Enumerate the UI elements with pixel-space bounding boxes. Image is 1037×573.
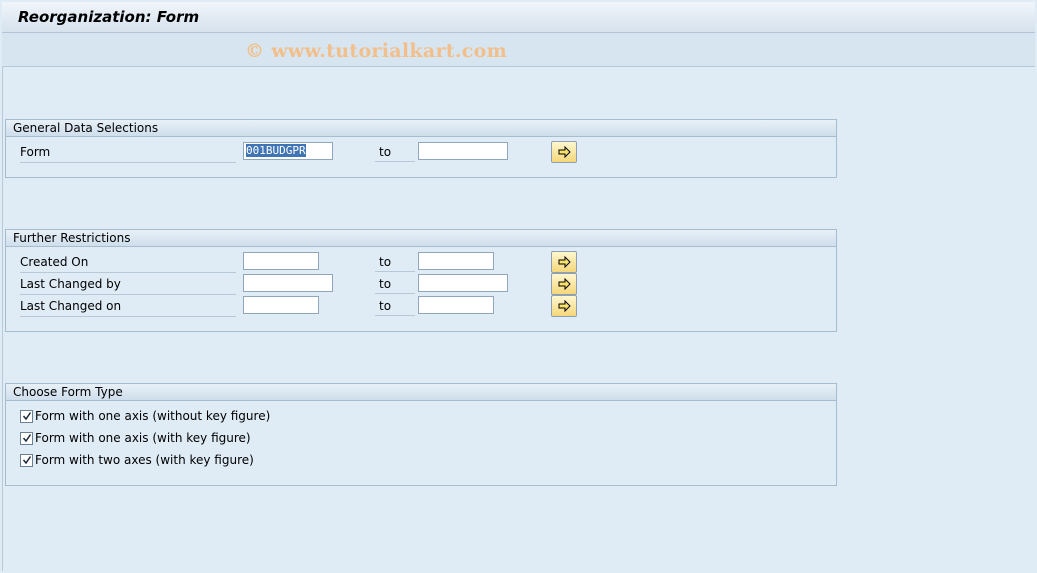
last-changed-by-to-input[interactable] <box>418 274 508 292</box>
choose-form-type-group: Choose Form Type Form with one axis (wit… <box>5 383 837 486</box>
arrow-right-icon <box>558 300 571 312</box>
form-multiple-selection-button[interactable] <box>551 141 577 163</box>
application-toolbar <box>2 33 1035 67</box>
form-from-value: 001BUDGPR <box>246 144 306 157</box>
check-icon <box>22 412 32 421</box>
to-label: to <box>375 142 415 162</box>
checkbox[interactable] <box>20 432 33 445</box>
to-label: to <box>375 274 415 294</box>
form-type-option-label: Form with one axis (with key figure) <box>35 431 251 445</box>
last-changed-on-label: Last Changed on <box>20 296 236 317</box>
check-icon <box>22 434 32 443</box>
last-changed-on-multiple-selection-button[interactable] <box>551 295 577 317</box>
general-data-selections-group: General Data Selections Form 001BUDGPR t… <box>5 119 837 178</box>
last-changed-on-from-input[interactable] <box>243 296 319 314</box>
created-on-from-input[interactable] <box>243 252 319 270</box>
last-changed-by-from-input[interactable] <box>243 274 333 292</box>
form-to-input[interactable] <box>418 142 508 160</box>
form-from-input[interactable]: 001BUDGPR <box>243 142 333 160</box>
window-title: Reorganization: Form <box>18 8 200 26</box>
group-heading: Choose Form Type <box>6 384 836 401</box>
form-type-option[interactable]: Form with one axis (without key figure) <box>20 406 270 426</box>
title-bar: Reorganization: Form <box>2 2 1035 33</box>
checkbox[interactable] <box>20 410 33 423</box>
further-restrictions-group: Further Restrictions Created On to Last … <box>5 229 837 332</box>
last-changed-by-label: Last Changed by <box>20 274 236 295</box>
created-on-row: Created On to <box>6 251 836 273</box>
group-heading: Further Restrictions <box>6 230 836 247</box>
to-label: to <box>375 296 415 316</box>
form-type-option-label: Form with one axis (without key figure) <box>35 409 271 423</box>
form-row: Form 001BUDGPR to <box>6 141 836 163</box>
group-heading: General Data Selections <box>6 120 836 137</box>
last-changed-by-multiple-selection-button[interactable] <box>551 273 577 295</box>
to-label: to <box>375 252 415 272</box>
watermark-text: © www.tutorialkart.com <box>245 40 508 62</box>
form-type-option[interactable]: Form with one axis (with key figure) <box>20 428 251 448</box>
created-on-multiple-selection-button[interactable] <box>551 251 577 273</box>
arrow-right-icon <box>558 278 571 290</box>
last-changed-on-to-input[interactable] <box>418 296 494 314</box>
arrow-right-icon <box>558 146 571 158</box>
check-icon <box>22 456 32 465</box>
form-type-option-label: Form with two axes (with key figure) <box>35 453 254 467</box>
created-on-to-input[interactable] <box>418 252 494 270</box>
arrow-right-icon <box>558 256 571 268</box>
form-label: Form <box>20 142 236 163</box>
last-changed-by-row: Last Changed by to <box>6 273 836 295</box>
created-on-label: Created On <box>20 252 236 273</box>
last-changed-on-row: Last Changed on to <box>6 295 836 317</box>
checkbox[interactable] <box>20 454 33 467</box>
form-type-option[interactable]: Form with two axes (with key figure) <box>20 450 254 470</box>
